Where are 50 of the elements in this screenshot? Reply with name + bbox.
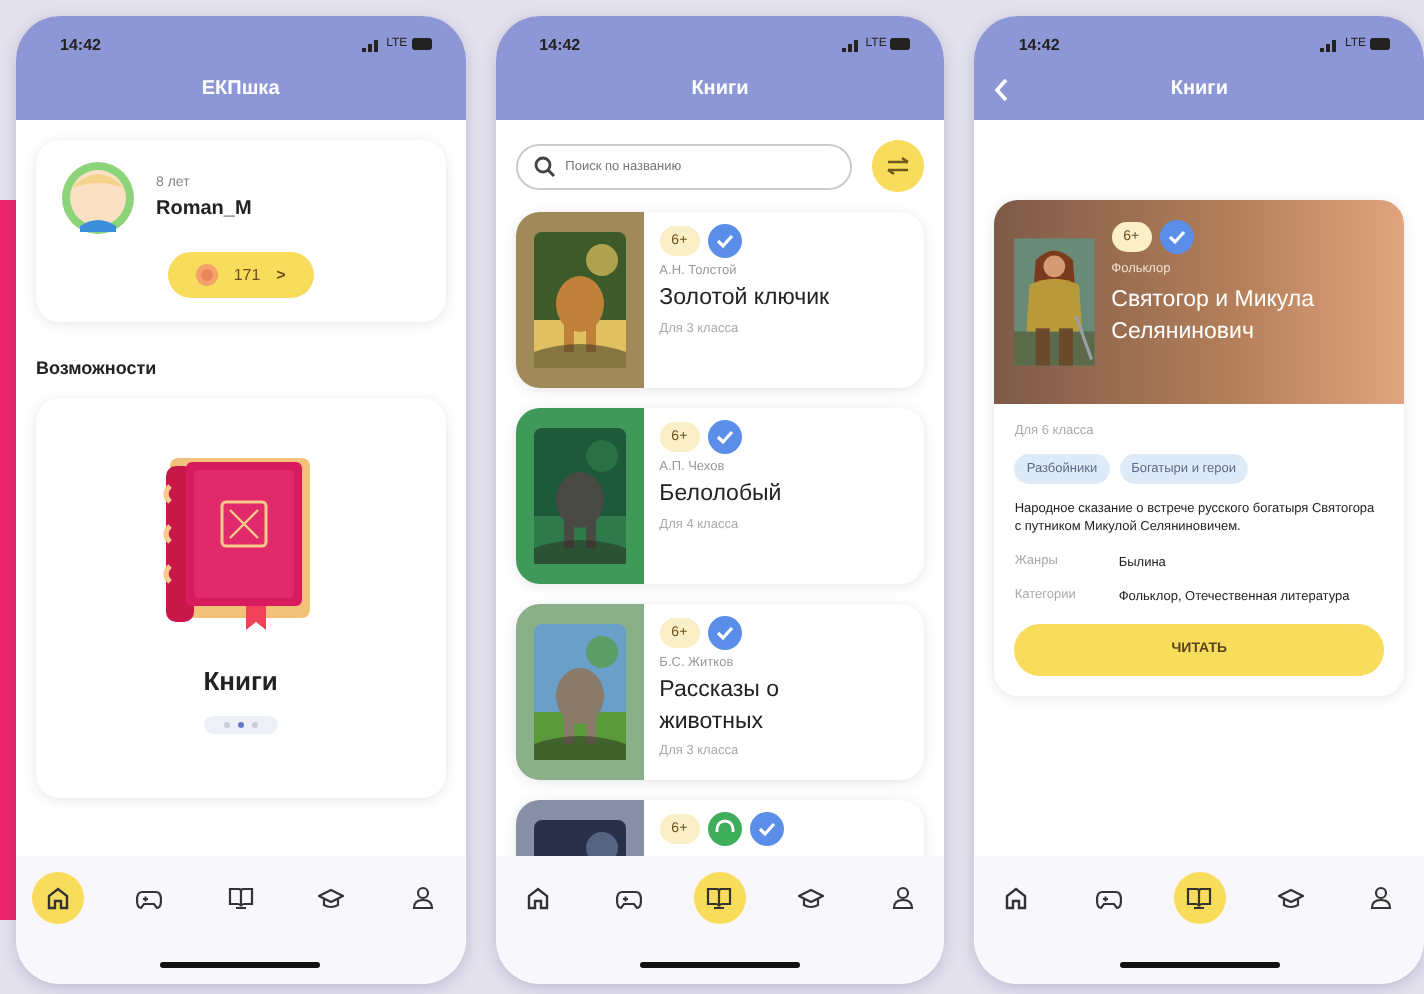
- user-name: Roman_M: [156, 198, 252, 220]
- chevron-label: >: [276, 266, 286, 284]
- battery-icon: [890, 38, 913, 50]
- graduation-cap-icon: [798, 887, 825, 909]
- status-time: 14:42: [1018, 35, 1060, 53]
- book-title: Рассказы о животных: [659, 676, 782, 738]
- battery-icon: [1370, 38, 1393, 50]
- screen-title: ЕКПшка: [201, 78, 280, 100]
- coin-icon: [195, 264, 218, 286]
- book-icon: [706, 886, 733, 910]
- filter-button[interactable]: [872, 140, 925, 192]
- profile-icon: [412, 886, 435, 910]
- battery-icon: [411, 38, 434, 50]
- home-icon: [525, 886, 550, 910]
- book-icon: [227, 886, 254, 910]
- points-count: 171: [233, 266, 261, 284]
- points-button[interactable]: 171 >: [167, 252, 314, 298]
- book-title: Золотой ключик: [659, 284, 830, 314]
- back-icon[interactable]: [994, 77, 1011, 101]
- feature-label: Книги: [203, 666, 278, 696]
- screen-title: Книги: [691, 78, 749, 100]
- page-dot[interactable]: [223, 722, 230, 728]
- graduation-cap-icon: [318, 887, 345, 909]
- profile-icon: [891, 886, 914, 910]
- filter-icon: [886, 156, 911, 176]
- book-title: Белолобый: [659, 480, 782, 510]
- nav-tab[interactable]: [1173, 872, 1226, 924]
- home-icon: [1004, 886, 1029, 910]
- profile-icon: [1370, 886, 1393, 910]
- avatar-icon: [60, 160, 136, 236]
- gamepad-icon: [136, 887, 163, 909]
- graduation-cap-icon: [1277, 887, 1304, 909]
- search-icon: [533, 155, 556, 177]
- gamepad-icon: [615, 887, 642, 909]
- section-title: Возможности: [36, 358, 159, 378]
- status-time: 14:42: [539, 35, 581, 53]
- gamepad-icon: [1095, 887, 1121, 909]
- book-icon: [1186, 886, 1213, 910]
- signal-icon: [1320, 37, 1341, 51]
- page-dot[interactable]: [251, 722, 258, 728]
- screen-title: Книги: [1170, 78, 1228, 100]
- status-time: 14:42: [60, 35, 101, 53]
- page-dot[interactable]: [237, 722, 244, 728]
- signal-icon: [841, 37, 862, 51]
- home-icon: [46, 886, 70, 910]
- book-title: Святогор и Микула Селянинович: [1111, 286, 1317, 349]
- nav-tab[interactable]: [693, 872, 746, 924]
- signal-icon: [362, 37, 383, 51]
- nav-tab[interactable]: [32, 872, 84, 924]
- feature-card[interactable]: Книги: [36, 398, 446, 798]
